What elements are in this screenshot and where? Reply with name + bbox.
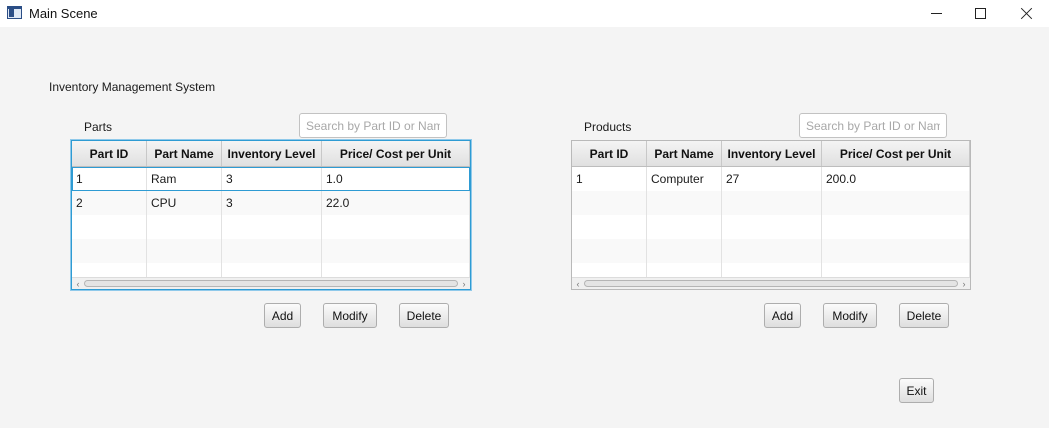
exit-button[interactable]: Exit <box>899 378 934 403</box>
minimize-icon <box>930 13 942 14</box>
cell-part-name: Ram <box>147 167 222 191</box>
products-col-inventory-level[interactable]: Inventory Level <box>722 141 822 166</box>
products-table[interactable]: Part ID Part Name Inventory Level Price/… <box>571 140 971 290</box>
parts-table-row[interactable]: 2 CPU 3 22.0 <box>72 191 470 215</box>
products-modify-button[interactable]: Modify <box>823 303 877 328</box>
products-empty-row <box>572 215 970 239</box>
cell-part-name: Computer <box>647 167 722 191</box>
parts-col-inventory-level[interactable]: Inventory Level <box>222 141 322 166</box>
parts-col-price[interactable]: Price/ Cost per Unit <box>322 141 470 166</box>
cell-price: 1.0 <box>322 167 470 191</box>
cell-part-id: 2 <box>72 191 147 215</box>
cell-inventory-level: 3 <box>222 191 322 215</box>
parts-delete-button[interactable]: Delete <box>399 303 449 328</box>
close-button[interactable] <box>1003 0 1049 27</box>
cell-part-name: CPU <box>147 191 222 215</box>
parts-table[interactable]: Part ID Part Name Inventory Level Price/… <box>71 140 471 290</box>
parts-col-part-id[interactable]: Part ID <box>72 141 147 166</box>
parts-table-header: Part ID Part Name Inventory Level Price/… <box>72 141 470 167</box>
products-empty-row <box>572 239 970 263</box>
scroll-left-icon[interactable]: ‹ <box>73 279 83 289</box>
maximize-icon <box>974 8 986 19</box>
scroll-thumb[interactable] <box>584 280 958 287</box>
parts-col-part-name[interactable]: Part Name <box>147 141 222 166</box>
window-title: Main Scene <box>29 6 98 21</box>
minimize-button[interactable] <box>913 0 959 27</box>
maximize-button[interactable] <box>957 0 1003 27</box>
cell-inventory-level: 3 <box>222 167 322 191</box>
scroll-right-icon[interactable]: › <box>959 279 969 289</box>
window-app-icon <box>7 6 22 19</box>
products-horizontal-scrollbar[interactable]: ‹ › <box>572 277 970 289</box>
scroll-left-icon[interactable]: ‹ <box>573 279 583 289</box>
cell-price: 22.0 <box>322 191 470 215</box>
parts-modify-button[interactable]: Modify <box>323 303 377 328</box>
parts-empty-row <box>72 239 470 263</box>
app-title: Inventory Management System <box>49 80 216 94</box>
parts-empty-row <box>72 215 470 239</box>
products-col-price[interactable]: Price/ Cost per Unit <box>822 141 970 166</box>
products-col-part-id[interactable]: Part ID <box>572 141 647 166</box>
products-search-input[interactable] <box>799 113 947 138</box>
close-icon <box>1020 7 1033 20</box>
scroll-thumb[interactable] <box>84 280 458 287</box>
cell-inventory-level: 27 <box>722 167 822 191</box>
parts-horizontal-scrollbar[interactable]: ‹ › <box>72 277 470 289</box>
parts-search-input[interactable] <box>299 113 447 138</box>
products-col-part-name[interactable]: Part Name <box>647 141 722 166</box>
products-table-header: Part ID Part Name Inventory Level Price/… <box>572 141 970 167</box>
products-empty-row <box>572 191 970 215</box>
parts-add-button[interactable]: Add <box>264 303 301 328</box>
products-delete-button[interactable]: Delete <box>899 303 949 328</box>
cell-part-id: 1 <box>572 167 647 191</box>
parts-label: Parts <box>84 120 113 134</box>
title-bar: Main Scene <box>0 0 1049 27</box>
products-label: Products <box>584 120 632 134</box>
scroll-right-icon[interactable]: › <box>459 279 469 289</box>
products-table-row[interactable]: 1 Computer 27 200.0 <box>572 167 970 191</box>
parts-table-row[interactable]: 1 Ram 3 1.0 <box>72 167 470 191</box>
cell-part-id: 1 <box>72 167 147 191</box>
products-add-button[interactable]: Add <box>764 303 801 328</box>
cell-price: 200.0 <box>822 167 970 191</box>
